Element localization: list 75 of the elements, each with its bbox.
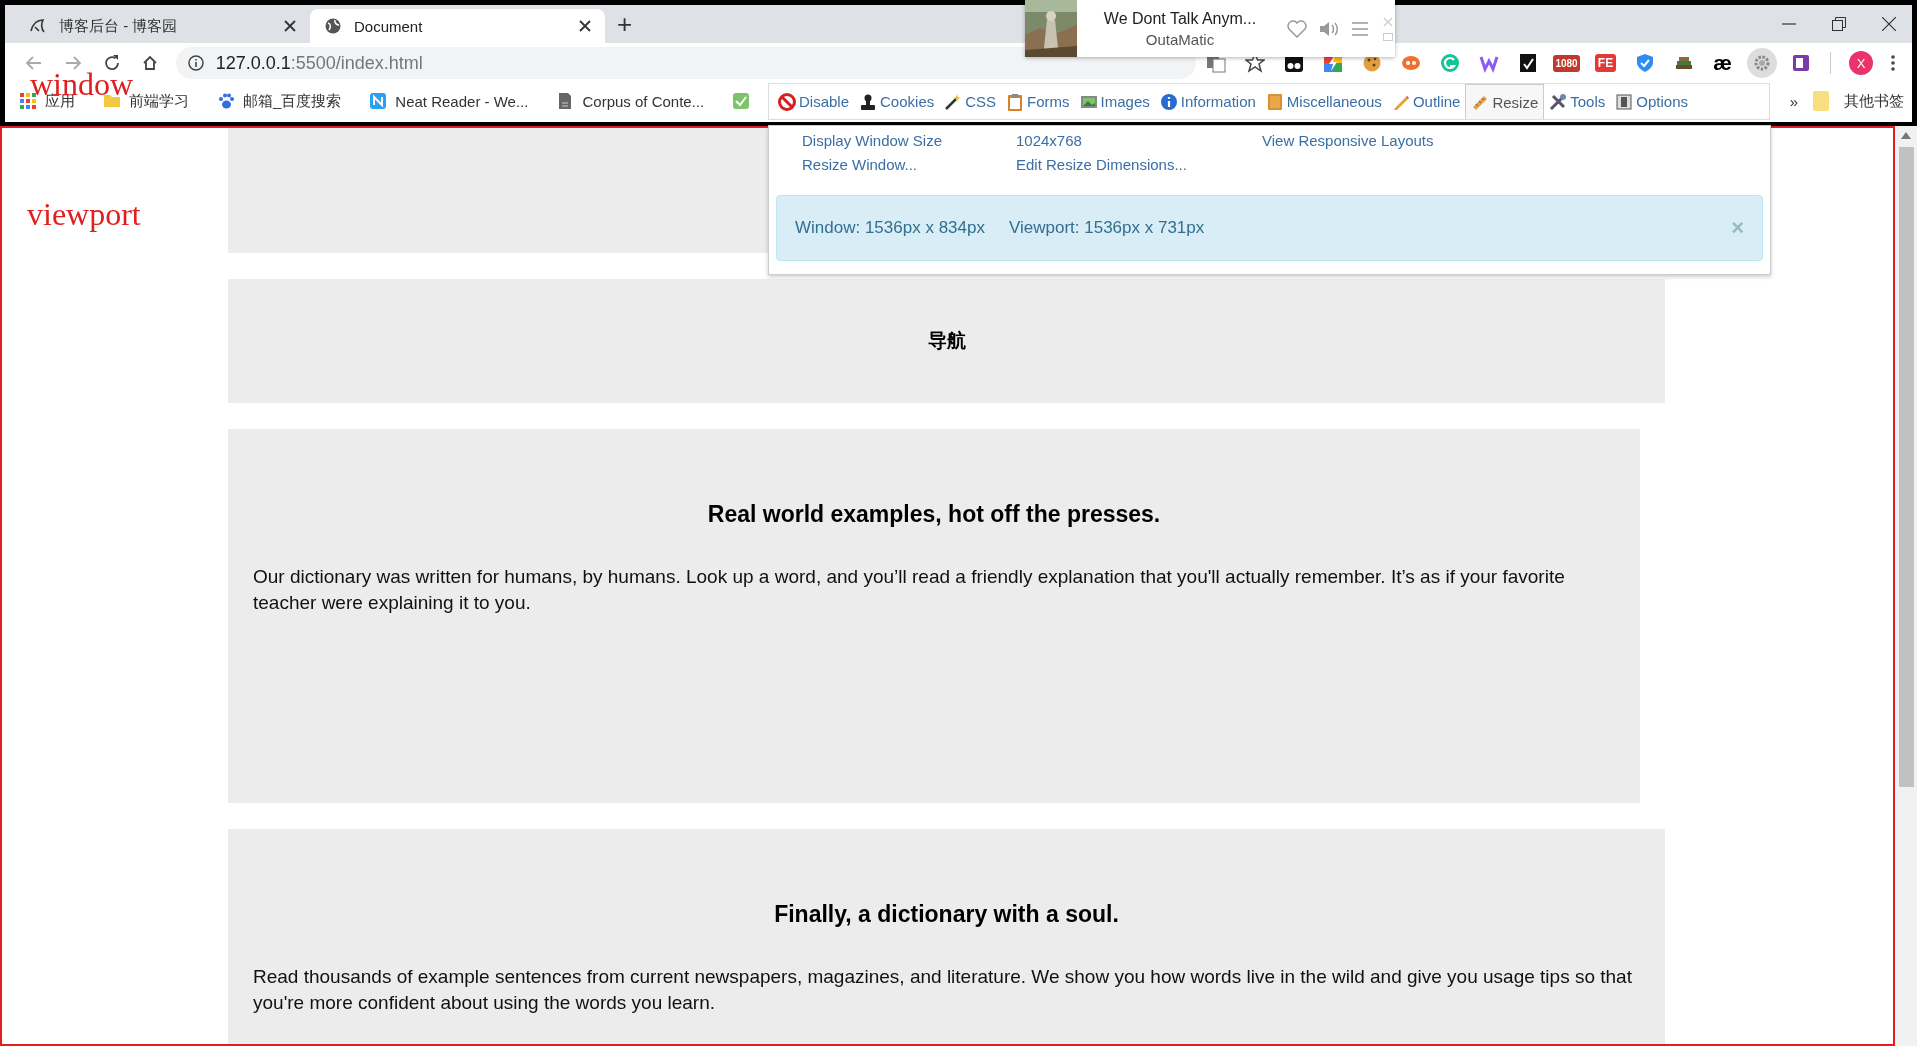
heart-icon[interactable] [1287, 19, 1307, 38]
annotation-label: viewport [27, 196, 141, 233]
clipboard-icon [1006, 92, 1025, 111]
toolbar-menu[interactable]: Tools [1544, 84, 1611, 119]
gear-icon [1752, 54, 1771, 72]
nav-heading: 导航 [927, 329, 966, 353]
close-icon[interactable] [579, 20, 591, 32]
bookmark-link[interactable]: Neat Reader - We... [395, 92, 529, 110]
close-icon[interactable] [1882, 17, 1896, 31]
new-tab-button[interactable]: + [617, 11, 633, 37]
restore-icon[interactable] [1832, 17, 1846, 31]
toolbar-menu[interactable]: Images [1074, 84, 1155, 119]
bookmark-folder[interactable]: 其他书签 [1844, 91, 1904, 111]
tab-title: Document [354, 17, 424, 35]
tab-title: 博客后台 - 博客园 [59, 16, 179, 36]
back-icon[interactable] [25, 54, 44, 72]
extension-button[interactable]: æ [1713, 51, 1732, 75]
paw-icon[interactable] [217, 92, 235, 110]
url-text: 127.0.0.1:5500/index.html [215, 52, 423, 74]
toolbar-menu[interactable]: Miscellaneous [1260, 84, 1387, 119]
viewport-size-text: Viewport: 1536px x 731px [1008, 218, 1205, 238]
toolbar-menu[interactable]: Outline [1386, 84, 1466, 119]
overflow-button[interactable]: » [1789, 92, 1798, 110]
bookmark-link[interactable]: Corpus of Conte... [582, 92, 705, 110]
scroll-up-icon[interactable] [1901, 132, 1911, 139]
address-bar[interactable]: 127.0.0.1:5500/index.html [175, 47, 1196, 79]
info-icon [187, 55, 204, 71]
menu-link[interactable]: Display Window Size [802, 132, 1016, 149]
scrollbar-thumb[interactable] [1898, 147, 1914, 787]
book-icon [1265, 92, 1284, 111]
globe-icon [324, 17, 342, 35]
info-icon [1159, 92, 1178, 111]
reload-icon[interactable] [102, 54, 121, 72]
section-heading: Finally, a dictionary with a soul. [773, 901, 1120, 928]
stamp-icon [859, 92, 878, 111]
menu-link[interactable]: Resize Window... [802, 156, 1016, 173]
shield-icon[interactable] [1634, 53, 1655, 73]
toolbar-menu[interactable]: Information [1154, 84, 1261, 119]
toolbar-menu[interactable]: Options [1610, 84, 1693, 119]
extension-button[interactable]: 1080 [1553, 54, 1580, 72]
checkmark-icon[interactable] [732, 92, 751, 110]
track-artist: OutaMatic [1145, 30, 1215, 48]
tools-icon [1549, 92, 1568, 111]
forward-icon[interactable] [64, 54, 82, 72]
n-square-icon[interactable] [369, 92, 388, 110]
toolbar-menu[interactable]: Forms [1001, 84, 1075, 119]
spellcheck-icon[interactable] [1517, 53, 1538, 73]
track-title: We Dont Talk Anym... [1103, 9, 1257, 28]
toolbar-menu[interactable]: Resize [1465, 84, 1545, 119]
menu-link[interactable]: 1024x768 [1016, 132, 1262, 149]
bookmark-link[interactable]: 邮箱_百度搜索 [243, 91, 342, 111]
menu-icon[interactable] [1890, 55, 1895, 71]
no-sign-icon [778, 92, 796, 111]
profile-avatar[interactable]: X [1849, 51, 1873, 75]
window-size-text: Window: 1536px x 834px [795, 218, 985, 238]
panel-icon [1615, 92, 1634, 111]
bird-icon [29, 17, 47, 35]
chat-bubble-icon[interactable] [1400, 53, 1421, 73]
extension-button[interactable] [1746, 48, 1777, 78]
speaker-icon[interactable] [1319, 19, 1339, 38]
paragraph: Read thousands of example sentences from current newspapers, magazines, and literature. We show you how words live in the wild and give you usage tips so that you're more confident about using the words you learn. [253, 965, 1633, 1015]
menu-link[interactable]: Edit Resize Dimensions... [1016, 156, 1262, 173]
ruler-icon [1471, 93, 1490, 111]
browser-tab[interactable]: 博客后台 - 博客园 [15, 9, 310, 43]
toolbar-menu[interactable]: Disable [773, 84, 855, 119]
section-heading: Real world examples, hot off the presses. [706, 501, 1162, 528]
wand-icon [944, 92, 963, 111]
paragraph: Our dictionary was written for humans, by humans. Look up a word, and you’ll read a friendly explanation that you'll actually remember. It’s as if your favorite teacher were explaining it to you. [253, 565, 1566, 615]
menu-link[interactable]: View Responsive Layouts [1262, 132, 1562, 149]
notebook-icon[interactable] [1790, 53, 1811, 73]
toolbar-menu[interactable]: CSS [939, 84, 1002, 119]
close-icon[interactable] [284, 20, 296, 32]
extension-button[interactable]: FE [1594, 54, 1617, 72]
toolbar-menu[interactable]: Cookies [854, 84, 940, 119]
browser-tab[interactable]: Document [310, 9, 605, 43]
